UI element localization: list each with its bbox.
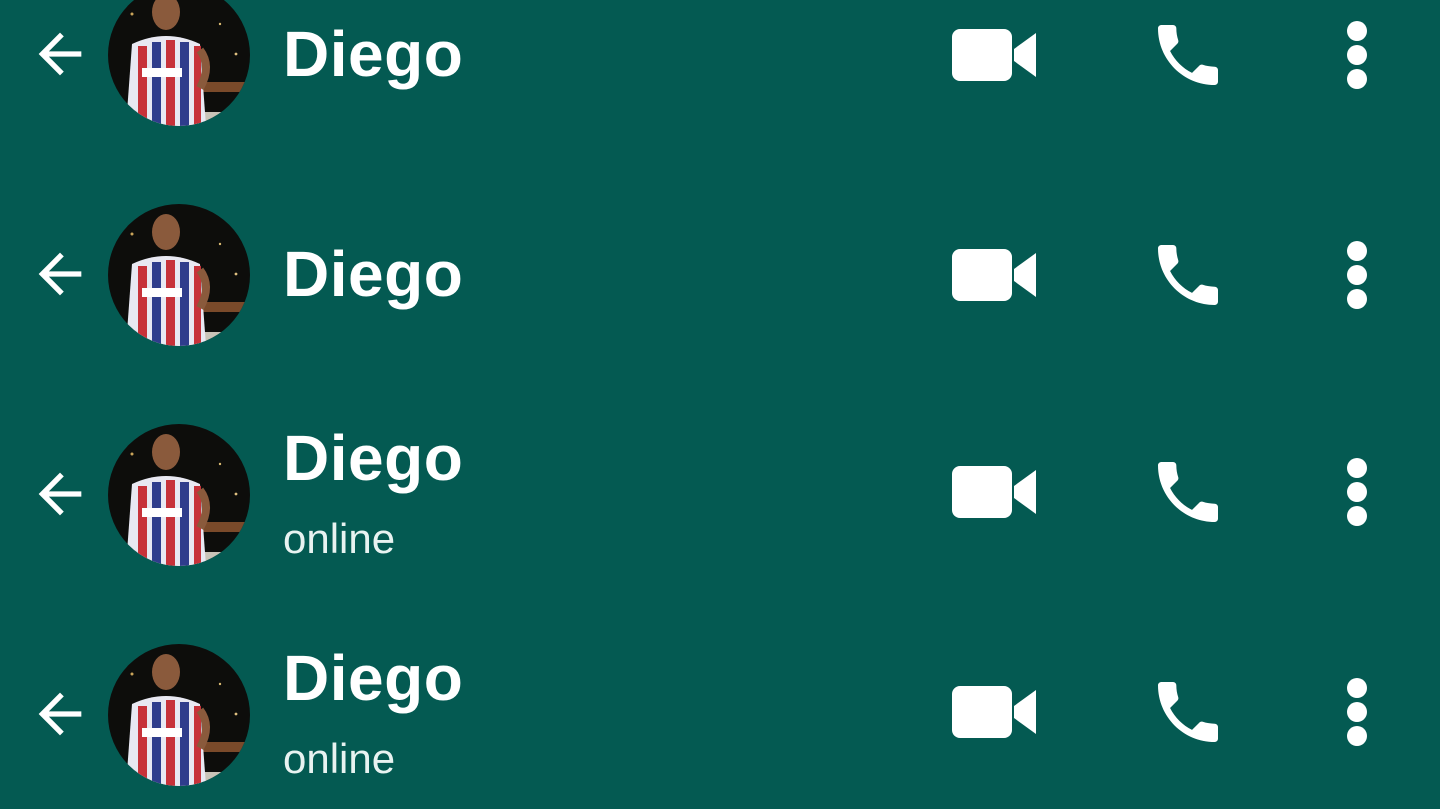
contact-photo (108, 204, 250, 346)
voice-call-button[interactable] (1140, 444, 1236, 540)
video-call-button[interactable] (946, 227, 1042, 323)
video-call-button[interactable] (946, 7, 1042, 103)
more-vertical-icon (1347, 458, 1367, 526)
phone-icon (1158, 682, 1218, 742)
back-button[interactable] (24, 238, 96, 310)
back-button[interactable] (24, 458, 96, 530)
videocam-icon (952, 29, 1036, 81)
chat-header: Diego (0, 0, 1440, 130)
contact-avatar[interactable] (108, 204, 250, 346)
back-button[interactable] (24, 18, 96, 90)
arrow-left-icon (38, 692, 82, 736)
arrow-left-icon (38, 472, 82, 516)
back-button[interactable] (24, 678, 96, 750)
more-vertical-icon (1347, 21, 1367, 89)
contact-name[interactable]: Diego (283, 426, 463, 490)
more-options-button[interactable] (1309, 7, 1405, 103)
contact-name[interactable]: Diego (283, 22, 463, 86)
voice-call-button[interactable] (1140, 7, 1236, 103)
more-options-button[interactable] (1309, 664, 1405, 760)
phone-icon (1158, 462, 1218, 522)
videocam-icon (952, 686, 1036, 738)
voice-call-button[interactable] (1140, 227, 1236, 323)
video-call-button[interactable] (946, 664, 1042, 760)
phone-icon (1158, 25, 1218, 85)
chat-header: Diego (0, 200, 1440, 350)
chat-header: Diego online (0, 640, 1440, 790)
chat-header-sequence: Diego Diego Diego online Diego online (0, 0, 1440, 809)
contact-name[interactable]: Diego (283, 242, 463, 306)
phone-icon (1158, 245, 1218, 305)
contact-photo (108, 0, 250, 126)
chat-header: Diego online (0, 420, 1440, 570)
more-vertical-icon (1347, 241, 1367, 309)
arrow-left-icon (38, 252, 82, 296)
contact-status: online (283, 735, 396, 782)
more-options-button[interactable] (1309, 444, 1405, 540)
contact-avatar[interactable] (108, 0, 250, 126)
contact-name[interactable]: Diego (283, 646, 463, 710)
contact-status: online (283, 515, 396, 562)
videocam-icon (952, 466, 1036, 518)
contact-avatar[interactable] (108, 644, 250, 786)
videocam-icon (952, 249, 1036, 301)
contact-avatar[interactable] (108, 424, 250, 566)
more-vertical-icon (1347, 678, 1367, 746)
contact-photo (108, 644, 250, 786)
video-call-button[interactable] (946, 444, 1042, 540)
contact-photo (108, 424, 250, 566)
voice-call-button[interactable] (1140, 664, 1236, 760)
arrow-left-icon (38, 32, 82, 76)
more-options-button[interactable] (1309, 227, 1405, 323)
